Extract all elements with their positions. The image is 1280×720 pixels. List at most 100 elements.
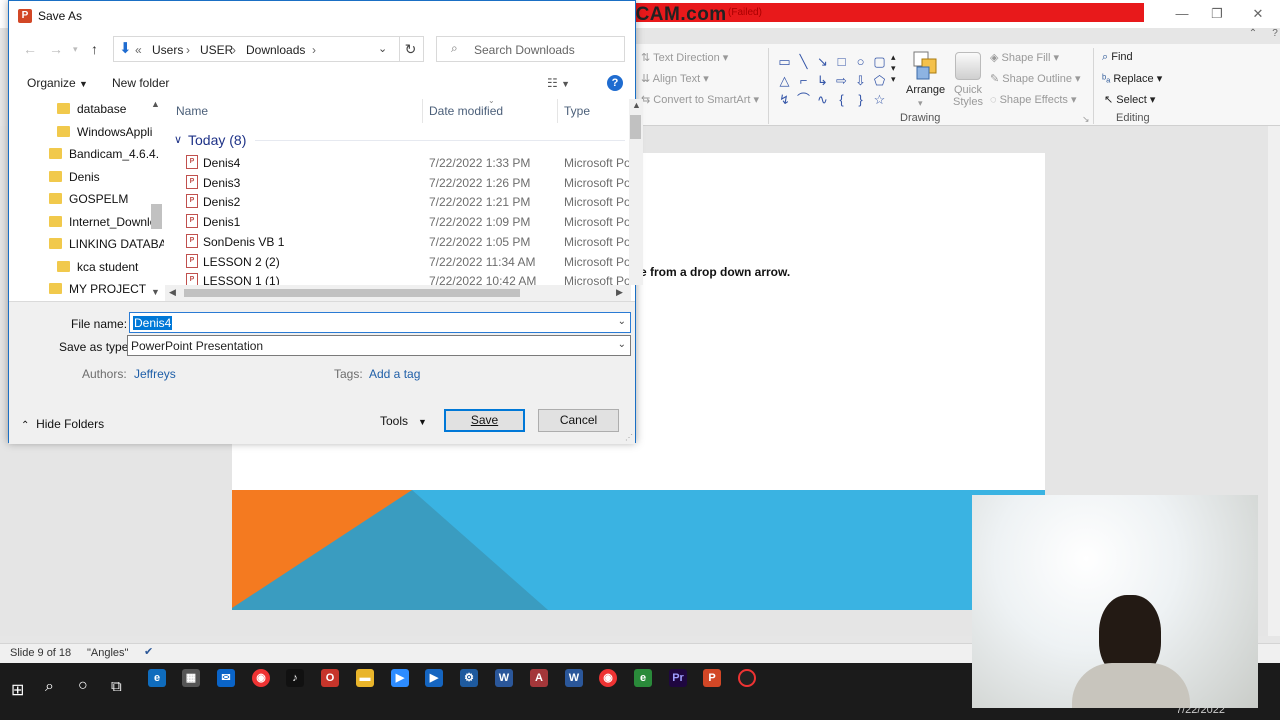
chevron-down-icon[interactable]: ⌄ — [618, 316, 626, 327]
ribbon-collapse-icon[interactable]: ⌃ — [1243, 28, 1263, 44]
scroll-down-icon[interactable]: ▼ — [151, 287, 160, 297]
file-row[interactable]: P SonDenis VB 1 7/22/2022 1:05 PM Microsoft… — [165, 232, 635, 252]
line-shape-icon[interactable]: ╲ — [794, 52, 813, 71]
mail-icon[interactable]: ✉ — [217, 669, 235, 687]
quick-styles-icon[interactable] — [955, 52, 981, 80]
nav-pane-scrollbar[interactable]: ▲ ▼ — [149, 99, 164, 301]
nav-item-windowsappli[interactable]: WindowsAppli — [57, 125, 152, 145]
dialog-title-bar[interactable]: P Save As — [9, 1, 635, 31]
address-bar[interactable]: ⬇ « Users › USER › Downloads › ⌄ — [113, 36, 400, 62]
zoom-icon[interactable]: ▶ — [391, 669, 409, 687]
column-header-date[interactable]: Date modified — [429, 104, 503, 118]
scroll-left-icon[interactable]: ◀ — [169, 287, 176, 298]
file-row[interactable]: P Denis4 7/22/2022 1:33 PM Microsoft Po — [165, 153, 635, 173]
office-icon[interactable]: O — [321, 669, 339, 687]
spell-check-icon[interactable]: ✔ — [144, 645, 153, 658]
back-arrow-icon[interactable]: ← — [23, 41, 37, 57]
gallery-scroll-icon[interactable]: ▴ ▾ ▾ — [891, 52, 896, 85]
left-brace-icon[interactable]: { — [832, 90, 851, 109]
word-icon[interactable]: W — [565, 669, 583, 687]
save-type-select[interactable]: PowerPoint Presentation ⌄ — [127, 335, 631, 356]
right-arrow-shape-icon[interactable]: ⇨ — [832, 71, 851, 90]
file-row[interactable]: P Denis3 7/22/2022 1:26 PM Microsoft Po — [165, 173, 635, 193]
search-input[interactable]: Search Downloads — [474, 43, 575, 57]
control-panel-icon[interactable]: ⚙ — [460, 669, 478, 687]
scroll-up-icon[interactable]: ▲ — [151, 99, 160, 109]
elbow-arrow-icon[interactable]: ↳ — [813, 71, 832, 90]
group-header-today[interactable]: Today (8) — [188, 132, 246, 148]
cortana-icon[interactable]: ○ — [78, 677, 88, 695]
rectangle-shape-icon[interactable]: □ — [832, 52, 851, 71]
shape-fill-button[interactable]: ◈ Shape Fill ▾ — [990, 51, 1059, 64]
chrome-icon[interactable]: ◉ — [252, 669, 270, 687]
nav-pane-scroll-thumb[interactable] — [151, 204, 162, 229]
premiere-icon[interactable]: Pr — [669, 669, 687, 687]
tiktok-icon[interactable]: ♪ — [286, 669, 304, 687]
breadcrumb-downloads[interactable]: Downloads — [246, 43, 305, 57]
close-icon[interactable]: ✕ — [1248, 6, 1268, 22]
star-shape-icon[interactable]: ☆ — [870, 90, 889, 109]
file-list-scroll-thumb[interactable] — [630, 115, 641, 139]
help-icon[interactable]: ? — [1265, 28, 1280, 44]
rounded-rect-shape-icon[interactable]: ▢ — [870, 52, 889, 71]
nav-item-bandicam[interactable]: Bandicam_4.6.4. — [49, 147, 159, 167]
textbox-shape-icon[interactable]: ▭ — [775, 52, 794, 71]
column-header-type[interactable]: Type — [564, 104, 590, 118]
arrow-line-shape-icon[interactable]: ↘ — [813, 52, 832, 71]
powerpoint-taskbar-icon[interactable]: P — [703, 669, 721, 687]
arrange-icon[interactable] — [912, 50, 940, 82]
up-arrow-icon[interactable]: ↑ — [91, 41, 98, 57]
nav-item-linking-database[interactable]: LINKING DATABA — [49, 237, 164, 257]
help-icon[interactable]: ? — [607, 75, 623, 91]
search-box[interactable]: ⌕ Search Downloads — [436, 36, 625, 62]
curve-shape-icon[interactable]: ∿ — [813, 90, 832, 109]
authors-value[interactable]: Jeffreys — [134, 367, 176, 381]
arc-shape-icon[interactable]: ⌒ — [794, 90, 813, 109]
chrome-alt-icon[interactable]: ◉ — [599, 669, 617, 687]
scroll-right-icon[interactable]: ▶ — [616, 287, 623, 298]
minimize-icon[interactable]: — — [1172, 6, 1192, 22]
scroll-up-icon[interactable]: ▲ — [632, 100, 641, 110]
tools-button[interactable]: Tools ▼ — [380, 414, 427, 428]
nav-item-internet-downloads[interactable]: Internet_Downlo — [49, 215, 156, 235]
organize-button[interactable]: Organize ▼ — [27, 76, 88, 90]
shape-effects-button[interactable]: ◌ Shape Effects ▾ — [990, 93, 1076, 106]
nav-item-database[interactable]: database — [57, 102, 126, 122]
save-button[interactable]: Save — [444, 409, 525, 432]
replace-button[interactable]: ᵇₐ Replace ▾ — [1102, 72, 1162, 85]
nav-item-kca-student[interactable]: kca student — [57, 260, 138, 280]
search-icon[interactable]: ⌕ — [45, 678, 54, 696]
resize-grip-icon[interactable]: ⋰ — [625, 433, 633, 442]
find-button[interactable]: ⌕ Find — [1102, 51, 1133, 64]
hide-folders-button[interactable]: ⌃ Hide Folders — [21, 417, 104, 431]
convert-smartart-button[interactable]: ⇆ Convert to SmartArt ▾ — [641, 93, 759, 106]
file-explorer-icon[interactable]: ▬ — [356, 669, 374, 687]
right-brace-icon[interactable]: } — [851, 90, 870, 109]
shape-outline-button[interactable]: ✎ Shape Outline ▾ — [990, 72, 1081, 85]
access-icon[interactable]: A — [530, 669, 548, 687]
tags-input[interactable]: Add a tag — [369, 367, 420, 381]
slide-vertical-scrollbar[interactable] — [1268, 126, 1280, 636]
task-view-icon[interactable]: ⧉ — [111, 678, 122, 695]
nav-item-my-project[interactable]: MY PROJECT — [49, 282, 146, 299]
oval-shape-icon[interactable]: ○ — [851, 52, 870, 71]
recent-locations-chevron-icon[interactable]: ▾ — [73, 44, 78, 55]
drawing-dialog-launcher-icon[interactable]: ↘ — [1082, 114, 1090, 125]
column-divider[interactable] — [557, 99, 558, 123]
select-button[interactable]: ↖ Select ▾ — [1104, 93, 1155, 106]
forward-arrow-icon[interactable]: → — [49, 41, 63, 57]
triangle-shape-icon[interactable]: △ — [775, 71, 794, 90]
breadcrumb-overflow[interactable]: « — [135, 43, 142, 57]
word-doc-icon[interactable]: W — [495, 669, 513, 687]
elbow-connector-icon[interactable]: ⌐ — [794, 71, 813, 90]
file-name-input[interactable]: Denis4 ⌄ — [129, 312, 631, 333]
column-divider[interactable] — [422, 99, 423, 123]
align-text-button[interactable]: ⇊ Align Text ▾ — [641, 72, 709, 85]
breadcrumb-user[interactable]: USER — [200, 43, 233, 57]
view-options-icon[interactable]: ☷ ▼ — [547, 76, 570, 90]
column-header-name[interactable]: Name — [176, 104, 208, 118]
nav-item-gospelm[interactable]: GOSPELM — [49, 192, 128, 212]
file-row[interactable]: P Denis2 7/22/2022 1:21 PM Microsoft Po — [165, 192, 635, 212]
refresh-icon[interactable]: ↻ — [398, 36, 424, 62]
windows-start-icon[interactable]: ⊞ — [11, 680, 24, 700]
